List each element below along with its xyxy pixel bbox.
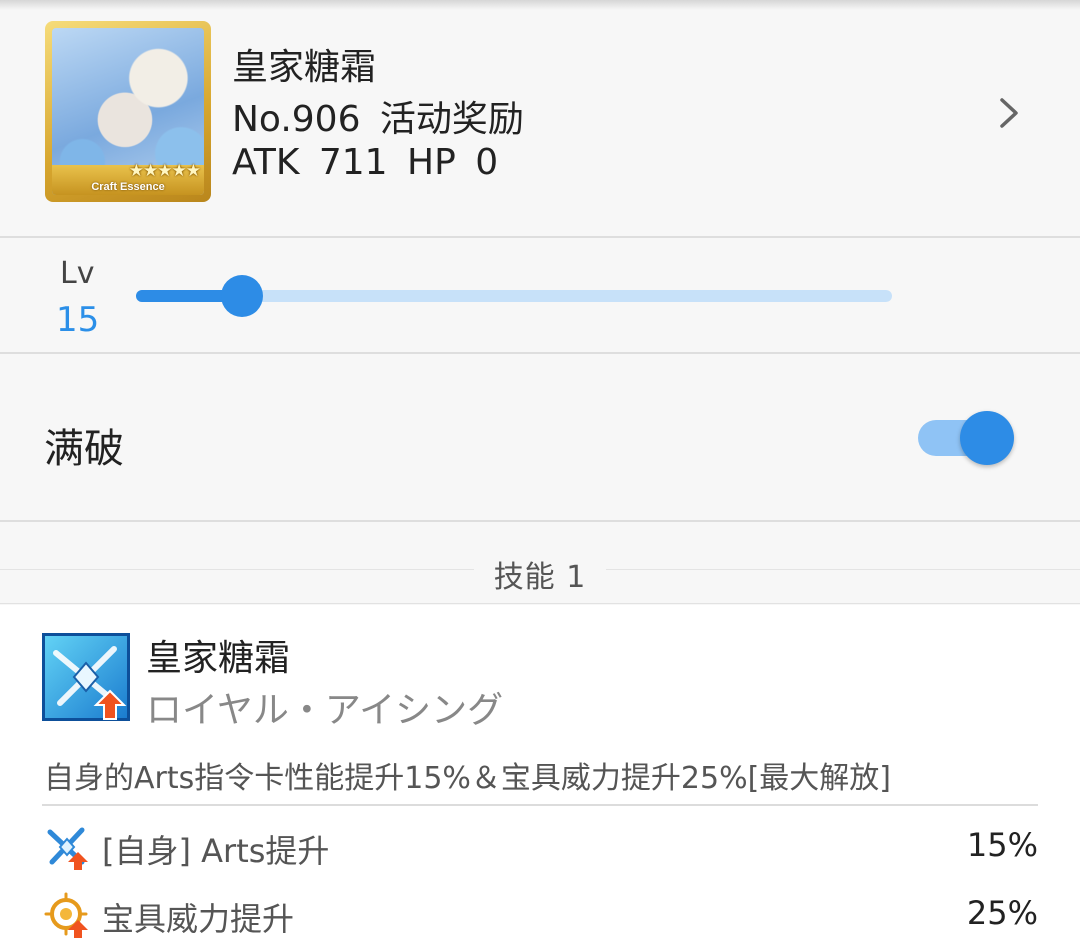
max-limit-break-label: 满破 bbox=[44, 426, 124, 472]
divider-line-left bbox=[0, 569, 474, 570]
level-slider-section: Lv 15 bbox=[0, 240, 1080, 354]
level-slider[interactable] bbox=[136, 275, 892, 317]
level-value: 15 bbox=[56, 300, 100, 340]
craft-essence-number: No.906 活动奖励 bbox=[232, 99, 524, 140]
skill-name-japanese: ロイヤル・アイシング bbox=[146, 690, 504, 731]
skill-name: 皇家糖霜 bbox=[146, 638, 291, 679]
craft-essence-thumbnail: ★★★★★ Craft Essence bbox=[45, 21, 211, 202]
skill-section-divider: 技能 1 bbox=[0, 524, 1080, 604]
craft-essence-caption: Craft Essence bbox=[91, 181, 165, 193]
effect-value: 15% bbox=[966, 826, 1038, 864]
effect-value: 25% bbox=[966, 894, 1038, 932]
level-caption: Lv bbox=[60, 256, 95, 291]
craft-essence-artwork: ★★★★★ Craft Essence bbox=[52, 28, 204, 195]
craft-essence-name: 皇家糖霜 bbox=[232, 47, 377, 88]
effect-row-np-damage-up: 宝具威力提升 25% bbox=[0, 880, 1080, 940]
skill-separator bbox=[42, 804, 1038, 806]
rarity-stars: ★★★★★ bbox=[128, 161, 201, 181]
skill-section-title: 技能 1 bbox=[493, 560, 587, 595]
craft-essence-stats: ATK 711 HP 0 bbox=[232, 142, 499, 183]
divider-line-right bbox=[606, 569, 1080, 570]
max-limit-break-toggle-knob[interactable] bbox=[960, 411, 1014, 465]
effect-label: 宝具威力提升 bbox=[102, 900, 295, 938]
effect-row-arts-up: [自身] Arts提升 15% bbox=[0, 812, 1080, 872]
effect-label: [自身] Arts提升 bbox=[102, 832, 330, 870]
level-slider-thumb[interactable] bbox=[221, 275, 263, 317]
skill-detail: 皇家糖霜 ロイヤル・アイシング 自身的Arts指令卡性能提升15%＆宝具威力提升… bbox=[0, 605, 1080, 947]
craft-essence-header[interactable]: ★★★★★ Craft Essence 皇家糖霜 No.906 活动奖励 ATK… bbox=[0, 0, 1080, 238]
arts-up-skill-icon bbox=[42, 633, 130, 721]
np-damage-up-icon bbox=[44, 892, 88, 938]
arts-up-icon bbox=[47, 827, 88, 870]
skill-description: 自身的Arts指令卡性能提升15%＆宝具威力提升25%[最大解放] bbox=[44, 761, 892, 796]
chevron-right-icon[interactable] bbox=[994, 96, 1024, 130]
max-limit-break-row[interactable]: 满破 bbox=[0, 356, 1080, 522]
